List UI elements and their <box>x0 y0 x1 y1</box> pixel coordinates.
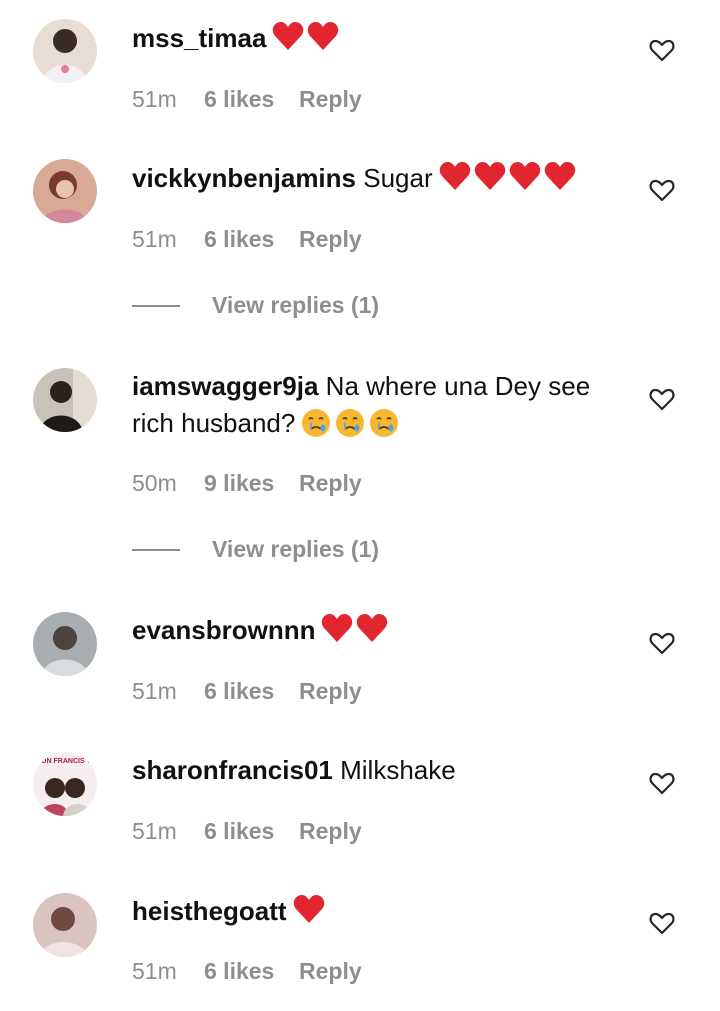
view-replies-label: View replies (1) <box>212 536 380 562</box>
username[interactable]: mss_timaa <box>132 23 266 53</box>
heart-emojis <box>321 613 388 643</box>
avatar[interactable] <box>33 368 97 432</box>
comment-likes[interactable]: 6 likes <box>204 818 299 845</box>
reply-button[interactable]: Reply <box>299 86 362 113</box>
reply-button[interactable]: Reply <box>299 678 362 705</box>
heart-outline-icon[interactable] <box>648 176 676 204</box>
username[interactable]: evansbrownnn <box>132 615 315 645</box>
comment-text: iamswagger9ja Na where una Dey see rich … <box>132 368 612 442</box>
username[interactable]: vickkynbenjamins <box>132 163 356 193</box>
comment-text: mss_timaa <box>132 20 612 57</box>
red-heart-icon <box>357 614 388 642</box>
reply-button[interactable]: Reply <box>299 226 362 253</box>
heart-outline-icon[interactable] <box>648 629 676 657</box>
red-heart-icon <box>544 162 575 190</box>
red-heart-icon <box>308 22 339 50</box>
comment-text: sharonfrancis01 Milkshake <box>132 752 612 789</box>
comment-likes[interactable]: 6 likes <box>204 958 299 985</box>
username[interactable]: heisthegoatt <box>132 896 287 926</box>
red-heart-icon <box>509 162 540 190</box>
heart-emojis <box>272 21 339 51</box>
comment-time: 51m <box>132 958 177 984</box>
comment-text: heisthegoatt <box>132 893 612 930</box>
comment-message: Na where una Dey see <box>325 371 591 401</box>
view-replies-label: View replies (1) <box>212 292 380 318</box>
reply-button[interactable]: Reply <box>299 958 362 985</box>
avatar[interactable] <box>33 893 97 957</box>
comment-likes[interactable]: 9 likes <box>204 470 299 497</box>
username[interactable]: iamswagger9ja <box>132 371 318 401</box>
heart-outline-icon[interactable] <box>648 909 676 937</box>
crying-face-icon <box>336 409 365 437</box>
crying-face-emojis <box>301 408 399 438</box>
comment-text: evansbrownnn <box>132 612 612 649</box>
comment-message-line2: rich husband? <box>132 408 296 438</box>
view-replies-button[interactable]: View replies (1) <box>132 536 379 563</box>
comment-time: 51m <box>132 678 177 704</box>
comment-likes[interactable]: 6 likes <box>204 226 299 253</box>
red-heart-icon <box>439 162 470 190</box>
comment-meta: 50m 9 likes Reply <box>132 470 362 497</box>
comment-time: 51m <box>132 86 177 112</box>
heart-emojis <box>293 894 325 924</box>
crying-face-icon <box>302 409 331 437</box>
crying-face-icon <box>370 409 399 437</box>
avatar[interactable]: RON FRANCIS T <box>33 752 97 816</box>
comment-meta: 51m 6 likes Reply <box>132 958 362 985</box>
comment-meta: 51m 6 likes Reply <box>132 678 362 705</box>
username[interactable]: sharonfrancis01 <box>132 755 333 785</box>
red-heart-icon <box>474 162 505 190</box>
reply-button[interactable]: Reply <box>299 470 362 497</box>
comment-message: Milkshake <box>340 755 456 785</box>
avatar[interactable] <box>33 19 97 83</box>
heart-emojis <box>439 161 576 191</box>
divider-line <box>132 548 180 551</box>
avatar[interactable] <box>33 612 97 676</box>
comment-message: Sugar <box>363 163 433 193</box>
red-heart-icon <box>273 22 304 50</box>
comment-time: 50m <box>132 470 177 496</box>
comment-time: 51m <box>132 226 177 252</box>
comment-text: vickkynbenjamins Sugar <box>132 160 612 197</box>
divider-line <box>132 304 180 307</box>
red-heart-icon <box>293 895 324 923</box>
heart-outline-icon[interactable] <box>648 769 676 797</box>
comment-meta: 51m 6 likes Reply <box>132 86 362 113</box>
comment-meta: 51m 6 likes Reply <box>132 226 362 253</box>
red-heart-icon <box>322 614 353 642</box>
comment-time: 51m <box>132 818 177 844</box>
comment-likes[interactable]: 6 likes <box>204 86 299 113</box>
avatar[interactable] <box>33 159 97 223</box>
reply-button[interactable]: Reply <box>299 818 362 845</box>
avatar-caption: RON FRANCIS T <box>36 758 91 765</box>
view-replies-button[interactable]: View replies (1) <box>132 292 379 319</box>
comment-meta: 51m 6 likes Reply <box>132 818 362 845</box>
comment-likes[interactable]: 6 likes <box>204 678 299 705</box>
heart-outline-icon[interactable] <box>648 36 676 64</box>
heart-outline-icon[interactable] <box>648 385 676 413</box>
